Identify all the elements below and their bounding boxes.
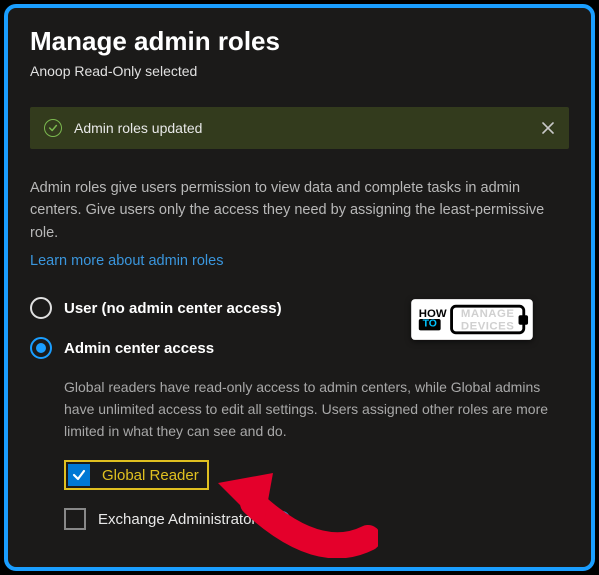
checkbox-global-reader[interactable]: Global Reader xyxy=(64,460,569,490)
close-alert-button[interactable] xyxy=(537,117,559,139)
checkbox-exchange-admin[interactable]: Exchange Administrator i xyxy=(64,508,569,530)
checkbox-label: Global Reader xyxy=(102,467,199,484)
admin-roles-panel: Manage admin roles Anoop Read-Only selec… xyxy=(4,4,595,571)
success-icon xyxy=(44,119,62,137)
admin-center-description: Global readers have read-only access to … xyxy=(64,377,569,442)
radio-icon xyxy=(30,297,52,319)
radio-icon-selected xyxy=(30,337,52,359)
success-alert: Admin roles updated xyxy=(30,107,569,149)
alert-message: Admin roles updated xyxy=(74,120,202,136)
page-subtitle: Anoop Read-Only selected xyxy=(30,63,569,79)
checkbox-unchecked-icon xyxy=(64,508,86,530)
checkbox-label: Exchange Administrator xyxy=(98,511,256,528)
radio-admin-center-access[interactable]: Admin center access xyxy=(30,337,569,359)
highlight-annotation: Global Reader xyxy=(64,460,209,490)
radio-label: Admin center access xyxy=(64,340,214,357)
checkbox-checked-icon xyxy=(68,464,90,486)
watermark-logo: HOW TO MANAGE DEVICES xyxy=(412,299,533,340)
radio-label: User (no admin center access) xyxy=(64,300,282,317)
roles-description: Admin roles give users permission to vie… xyxy=(30,177,569,244)
info-icon[interactable]: i xyxy=(274,511,290,527)
learn-more-link[interactable]: Learn more about admin roles xyxy=(30,253,223,269)
page-title: Manage admin roles xyxy=(30,26,569,57)
